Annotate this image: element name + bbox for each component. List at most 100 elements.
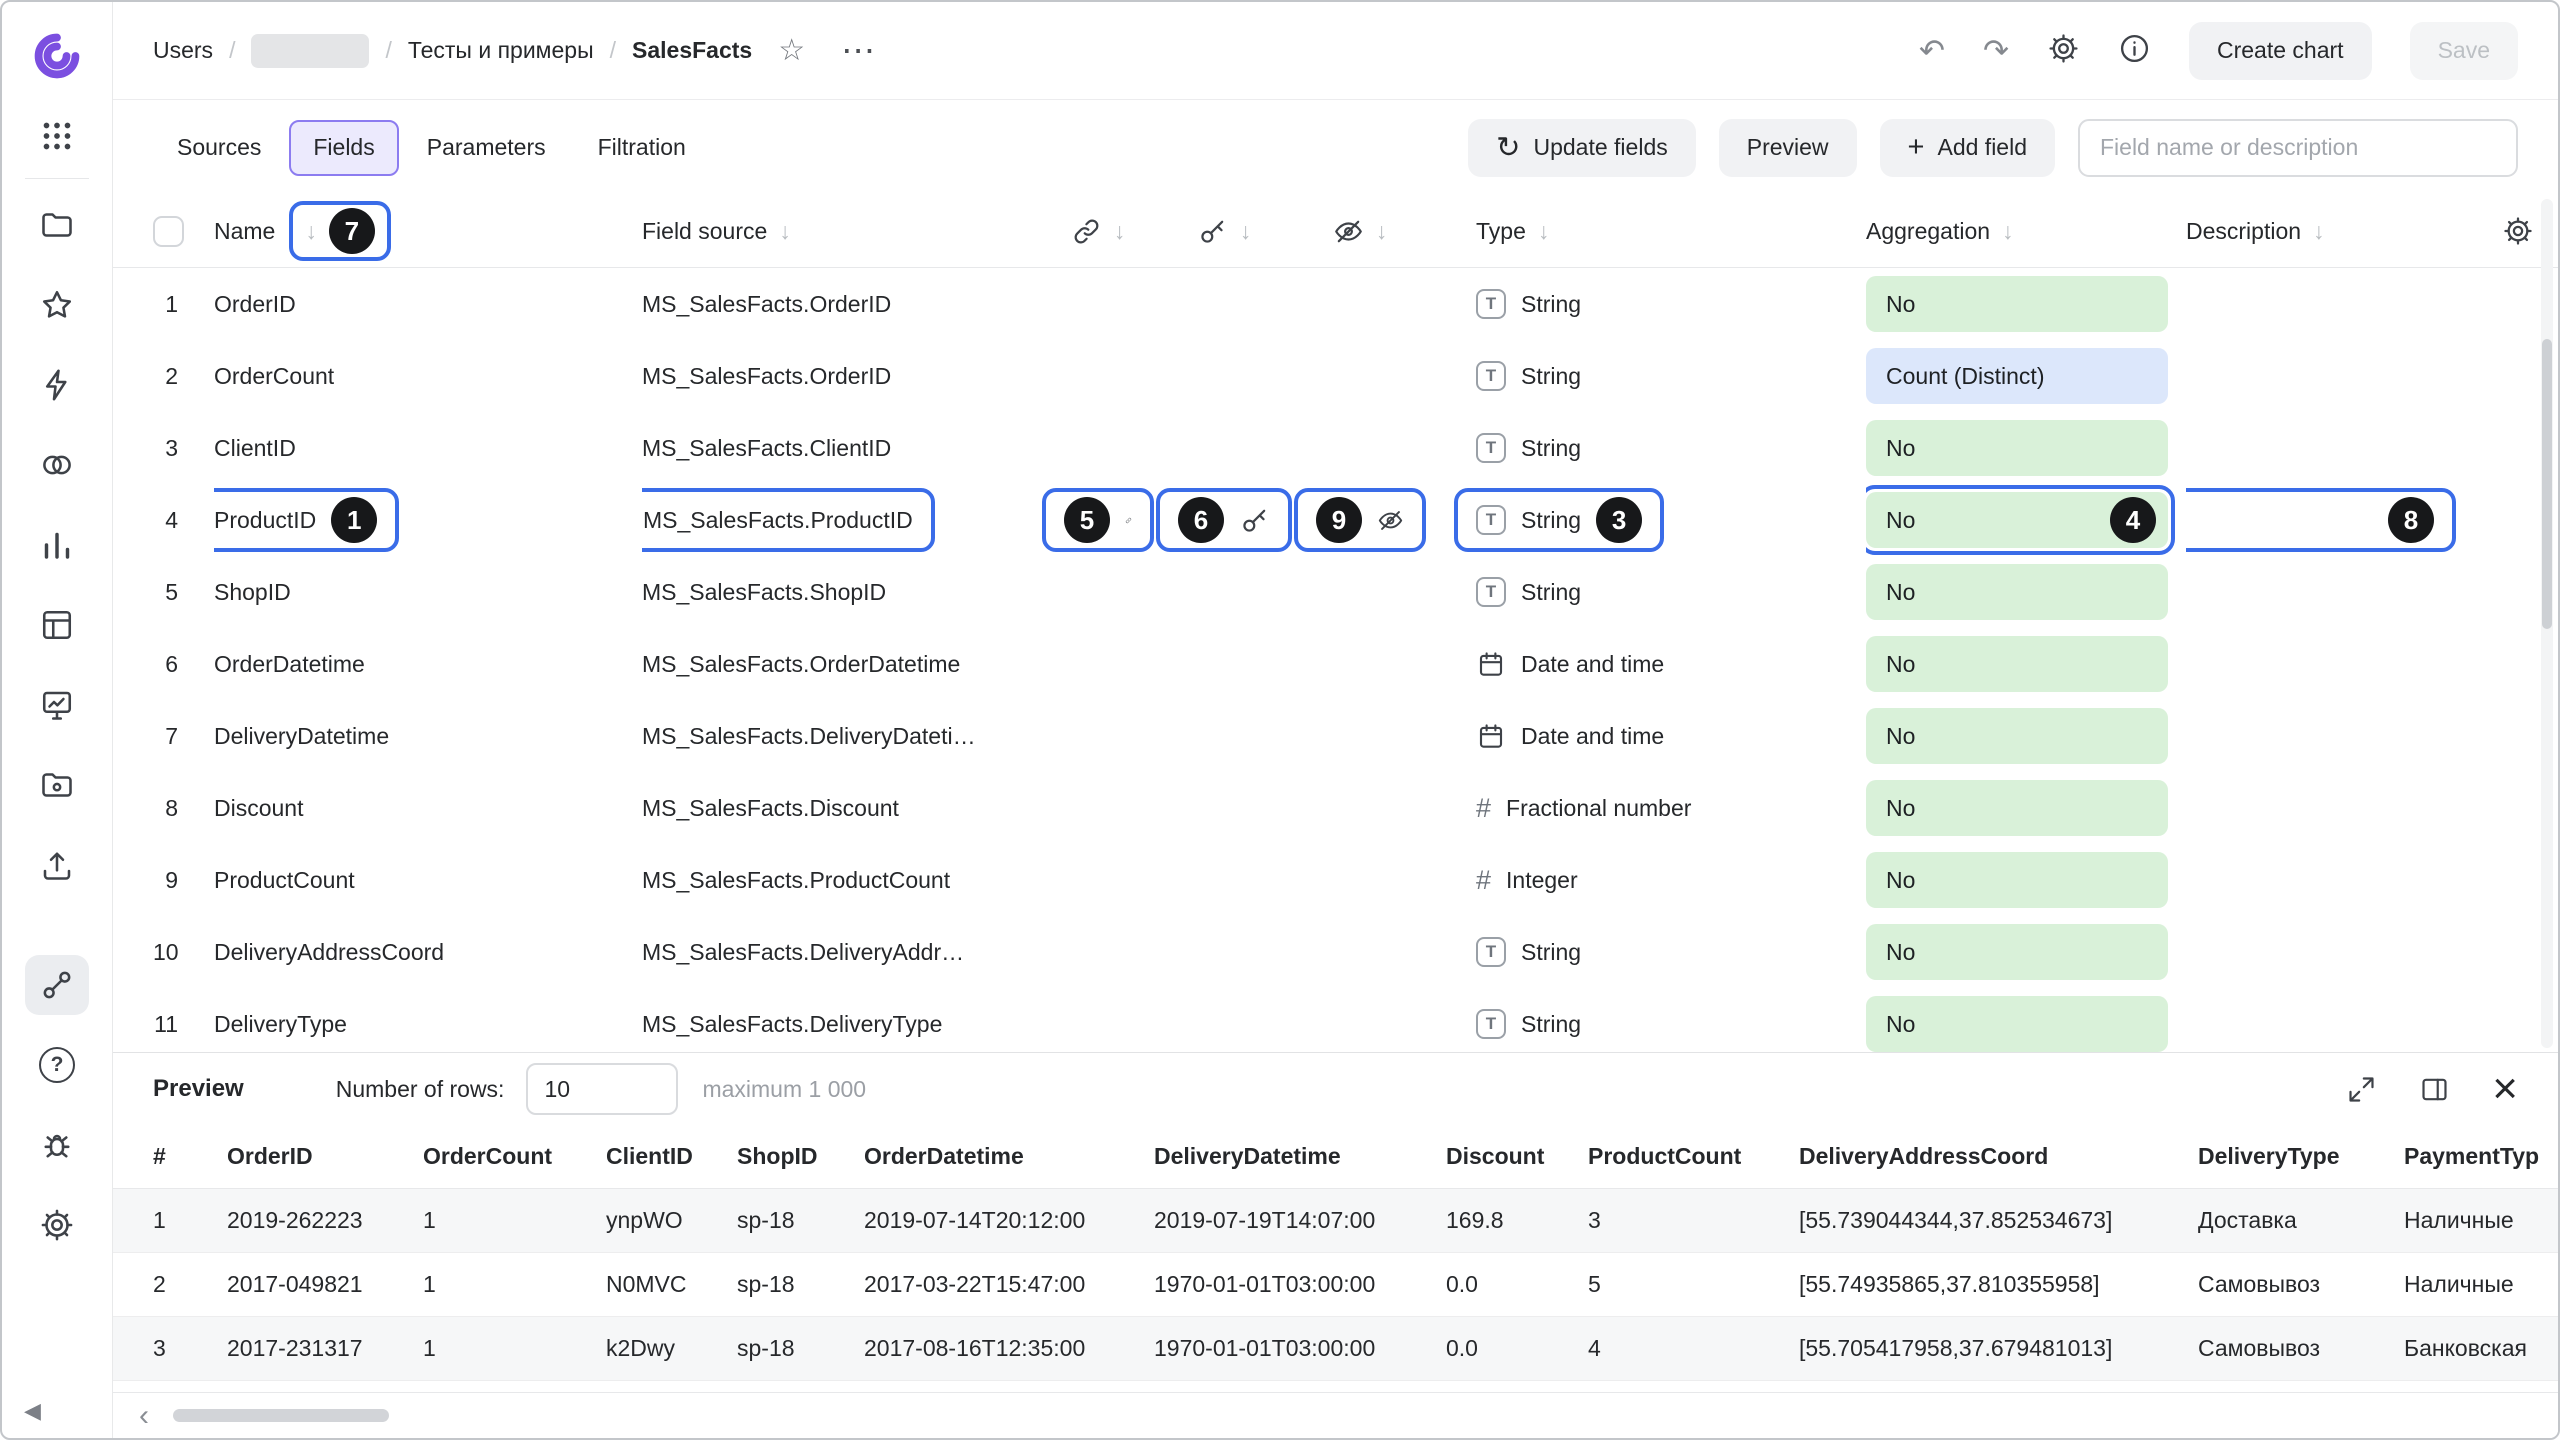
sort-icon[interactable]: ↓ — [1240, 218, 1252, 245]
field-source-cell[interactable]: 2 MS_SalesFacts.ProductID — [642, 488, 1042, 552]
info-icon[interactable] — [2118, 32, 2151, 70]
datalens-logo-icon[interactable] — [29, 28, 85, 84]
field-row[interactable]: 1 OrderID MS_SalesFacts.OrderID — [113, 268, 2558, 340]
table-settings-gear-icon[interactable] — [2502, 215, 2534, 247]
upload-icon[interactable] — [25, 835, 89, 895]
create-chart-button[interactable]: Create chart — [2189, 22, 2372, 80]
field-type-cell[interactable]: T # String — [1426, 416, 1866, 480]
sort-icon[interactable]: ↓ — [2313, 218, 2325, 245]
sort-icon[interactable]: ↓ — [305, 218, 317, 245]
field-name-cell[interactable]: Discount — [214, 776, 642, 840]
field-type-cell[interactable]: T # Integer — [1426, 848, 1866, 912]
breadcrumb-folder[interactable]: Тесты и примеры — [408, 37, 594, 64]
favorites-star-icon[interactable] — [25, 275, 89, 335]
column-header-description[interactable]: Description ↓ — [2186, 218, 2478, 245]
tab-sources[interactable]: Sources — [153, 120, 285, 176]
field-type-cell[interactable]: T # Fractional number — [1426, 776, 1866, 840]
key-toggle-cell[interactable] — [1154, 776, 1294, 840]
field-row[interactable]: 9 ProductCount MS_SalesFacts.ProductCoun… — [113, 844, 2558, 916]
select-all-checkbox[interactable] — [153, 216, 184, 247]
aggregation-select[interactable]: No — [1866, 708, 2168, 764]
aggregation-select[interactable]: No — [1866, 924, 2168, 980]
sort-icon[interactable]: ↓ — [1376, 218, 1388, 245]
field-source-cell[interactable]: MS_SalesFacts.ClientID — [642, 416, 1042, 480]
link-toggle-cell[interactable] — [1042, 560, 1154, 624]
field-type-cell[interactable]: T # String — [1426, 920, 1866, 984]
hide-toggle-cell[interactable] — [1294, 992, 1426, 1052]
column-header-link[interactable]: ↓ — [1042, 216, 1154, 247]
key-toggle-cell[interactable] — [1154, 704, 1294, 768]
sort-icon[interactable]: ↓ — [1538, 218, 1550, 245]
field-type-cell[interactable]: T # Date and time — [1426, 632, 1866, 696]
connections-icon[interactable] — [25, 955, 89, 1015]
field-type-cell[interactable]: T # String — [1426, 992, 1866, 1052]
sort-icon[interactable]: ↓ — [779, 218, 791, 245]
hide-toggle-cell[interactable] — [1294, 344, 1426, 408]
hide-toggle-cell[interactable] — [1294, 416, 1426, 480]
field-name-cell[interactable]: DeliveryType — [214, 992, 642, 1052]
breadcrumb-users[interactable]: Users — [153, 37, 213, 64]
dashboard-monitor-icon[interactable] — [25, 675, 89, 735]
field-row[interactable]: 7 DeliveryDatetime MS_SalesFacts.Deliver… — [113, 700, 2558, 772]
hide-toggle-cell[interactable] — [1294, 560, 1426, 624]
key-toggle-cell[interactable] — [1154, 632, 1294, 696]
field-name-cell[interactable]: OrderID — [214, 272, 642, 336]
hide-toggle-cell[interactable] — [1294, 848, 1426, 912]
field-row[interactable]: 8 Discount MS_SalesFacts.Discount — [113, 772, 2558, 844]
link-toggle-cell[interactable] — [1042, 272, 1154, 336]
table-icon[interactable] — [25, 595, 89, 655]
split-view-icon[interactable] — [2419, 1074, 2450, 1105]
field-name-cell[interactable]: ShopID — [214, 560, 642, 624]
aggregation-select[interactable]: No 4 — [1866, 492, 2168, 548]
settings-gear-icon[interactable] — [2047, 32, 2080, 70]
lightning-icon[interactable] — [25, 355, 89, 415]
close-preview-icon[interactable]: × — [2492, 1067, 2518, 1111]
description-cell[interactable] — [2186, 701, 2478, 771]
field-type-cell[interactable]: T # Date and time — [1426, 704, 1866, 768]
description-cell[interactable] — [2186, 341, 2478, 411]
field-source-cell[interactable]: MS_SalesFacts.DeliveryAddr… — [642, 920, 1042, 984]
link-toggle-cell[interactable]: 5 — [1042, 488, 1154, 552]
field-name-cell[interactable]: DeliveryDatetime — [214, 704, 642, 768]
link-toggle-cell[interactable] — [1042, 776, 1154, 840]
field-source-cell[interactable]: MS_SalesFacts.OrderID — [642, 272, 1042, 336]
aggregation-select[interactable]: No — [1866, 564, 2168, 620]
field-name-cell[interactable]: ClientID — [214, 416, 642, 480]
breadcrumb-redacted-item[interactable] — [251, 34, 369, 68]
hide-toggle-cell[interactable] — [1294, 272, 1426, 336]
field-row[interactable]: 10 DeliveryAddressCoord MS_SalesFacts.De… — [113, 916, 2558, 988]
field-search-input[interactable] — [2078, 119, 2518, 177]
column-header-hidden[interactable]: ↓ — [1294, 216, 1426, 247]
bug-report-icon[interactable] — [25, 1115, 89, 1175]
field-name-cell[interactable]: ProductID 1 — [214, 488, 642, 552]
aggregation-select[interactable]: No — [1866, 852, 2168, 908]
key-toggle-cell[interactable]: 6 — [1154, 488, 1294, 552]
field-type-cell[interactable]: T # String — [1426, 344, 1866, 408]
column-header-source[interactable]: Field source ↓ — [642, 218, 1042, 245]
description-cell[interactable] — [2186, 269, 2478, 339]
field-type-cell[interactable]: T # String 3 — [1426, 488, 1866, 552]
field-source-cell[interactable]: MS_SalesFacts.DeliveryDateti… — [642, 704, 1042, 768]
sort-icon[interactable]: ↓ — [2002, 218, 2014, 245]
key-toggle-cell[interactable] — [1154, 416, 1294, 480]
field-name-cell[interactable]: OrderDatetime — [214, 632, 642, 696]
preview-hscrollbar-thumb[interactable] — [173, 1409, 389, 1422]
key-toggle-cell[interactable] — [1154, 560, 1294, 624]
aggregation-select[interactable]: No — [1866, 780, 2168, 836]
scroll-left-icon[interactable]: ‹ — [127, 1399, 161, 1433]
aggregation-select[interactable]: Count (Distinct) — [1866, 348, 2168, 404]
field-row[interactable]: 11 DeliveryType MS_SalesFacts.DeliveryTy… — [113, 988, 2558, 1052]
field-name-cell[interactable]: ProductCount — [214, 848, 642, 912]
more-actions-icon[interactable]: ⋯ — [841, 31, 877, 71]
collections-folder-icon[interactable] — [25, 195, 89, 255]
hide-toggle-cell[interactable] — [1294, 776, 1426, 840]
tab-parameters[interactable]: Parameters — [403, 120, 570, 176]
aggregation-select[interactable]: No — [1866, 996, 2168, 1052]
field-row[interactable]: 2 OrderCount MS_SalesFacts.OrderID — [113, 340, 2558, 412]
update-fields-button[interactable]: ↻ Update fields — [1468, 119, 1696, 177]
fields-scrollbar-thumb[interactable] — [2542, 339, 2552, 629]
description-cell[interactable] — [2186, 773, 2478, 843]
aggregation-select[interactable]: No — [1866, 276, 2168, 332]
field-source-cell[interactable]: MS_SalesFacts.OrderDatetime — [642, 632, 1042, 696]
field-row[interactable]: 3 ClientID MS_SalesFacts.ClientID — [113, 412, 2558, 484]
